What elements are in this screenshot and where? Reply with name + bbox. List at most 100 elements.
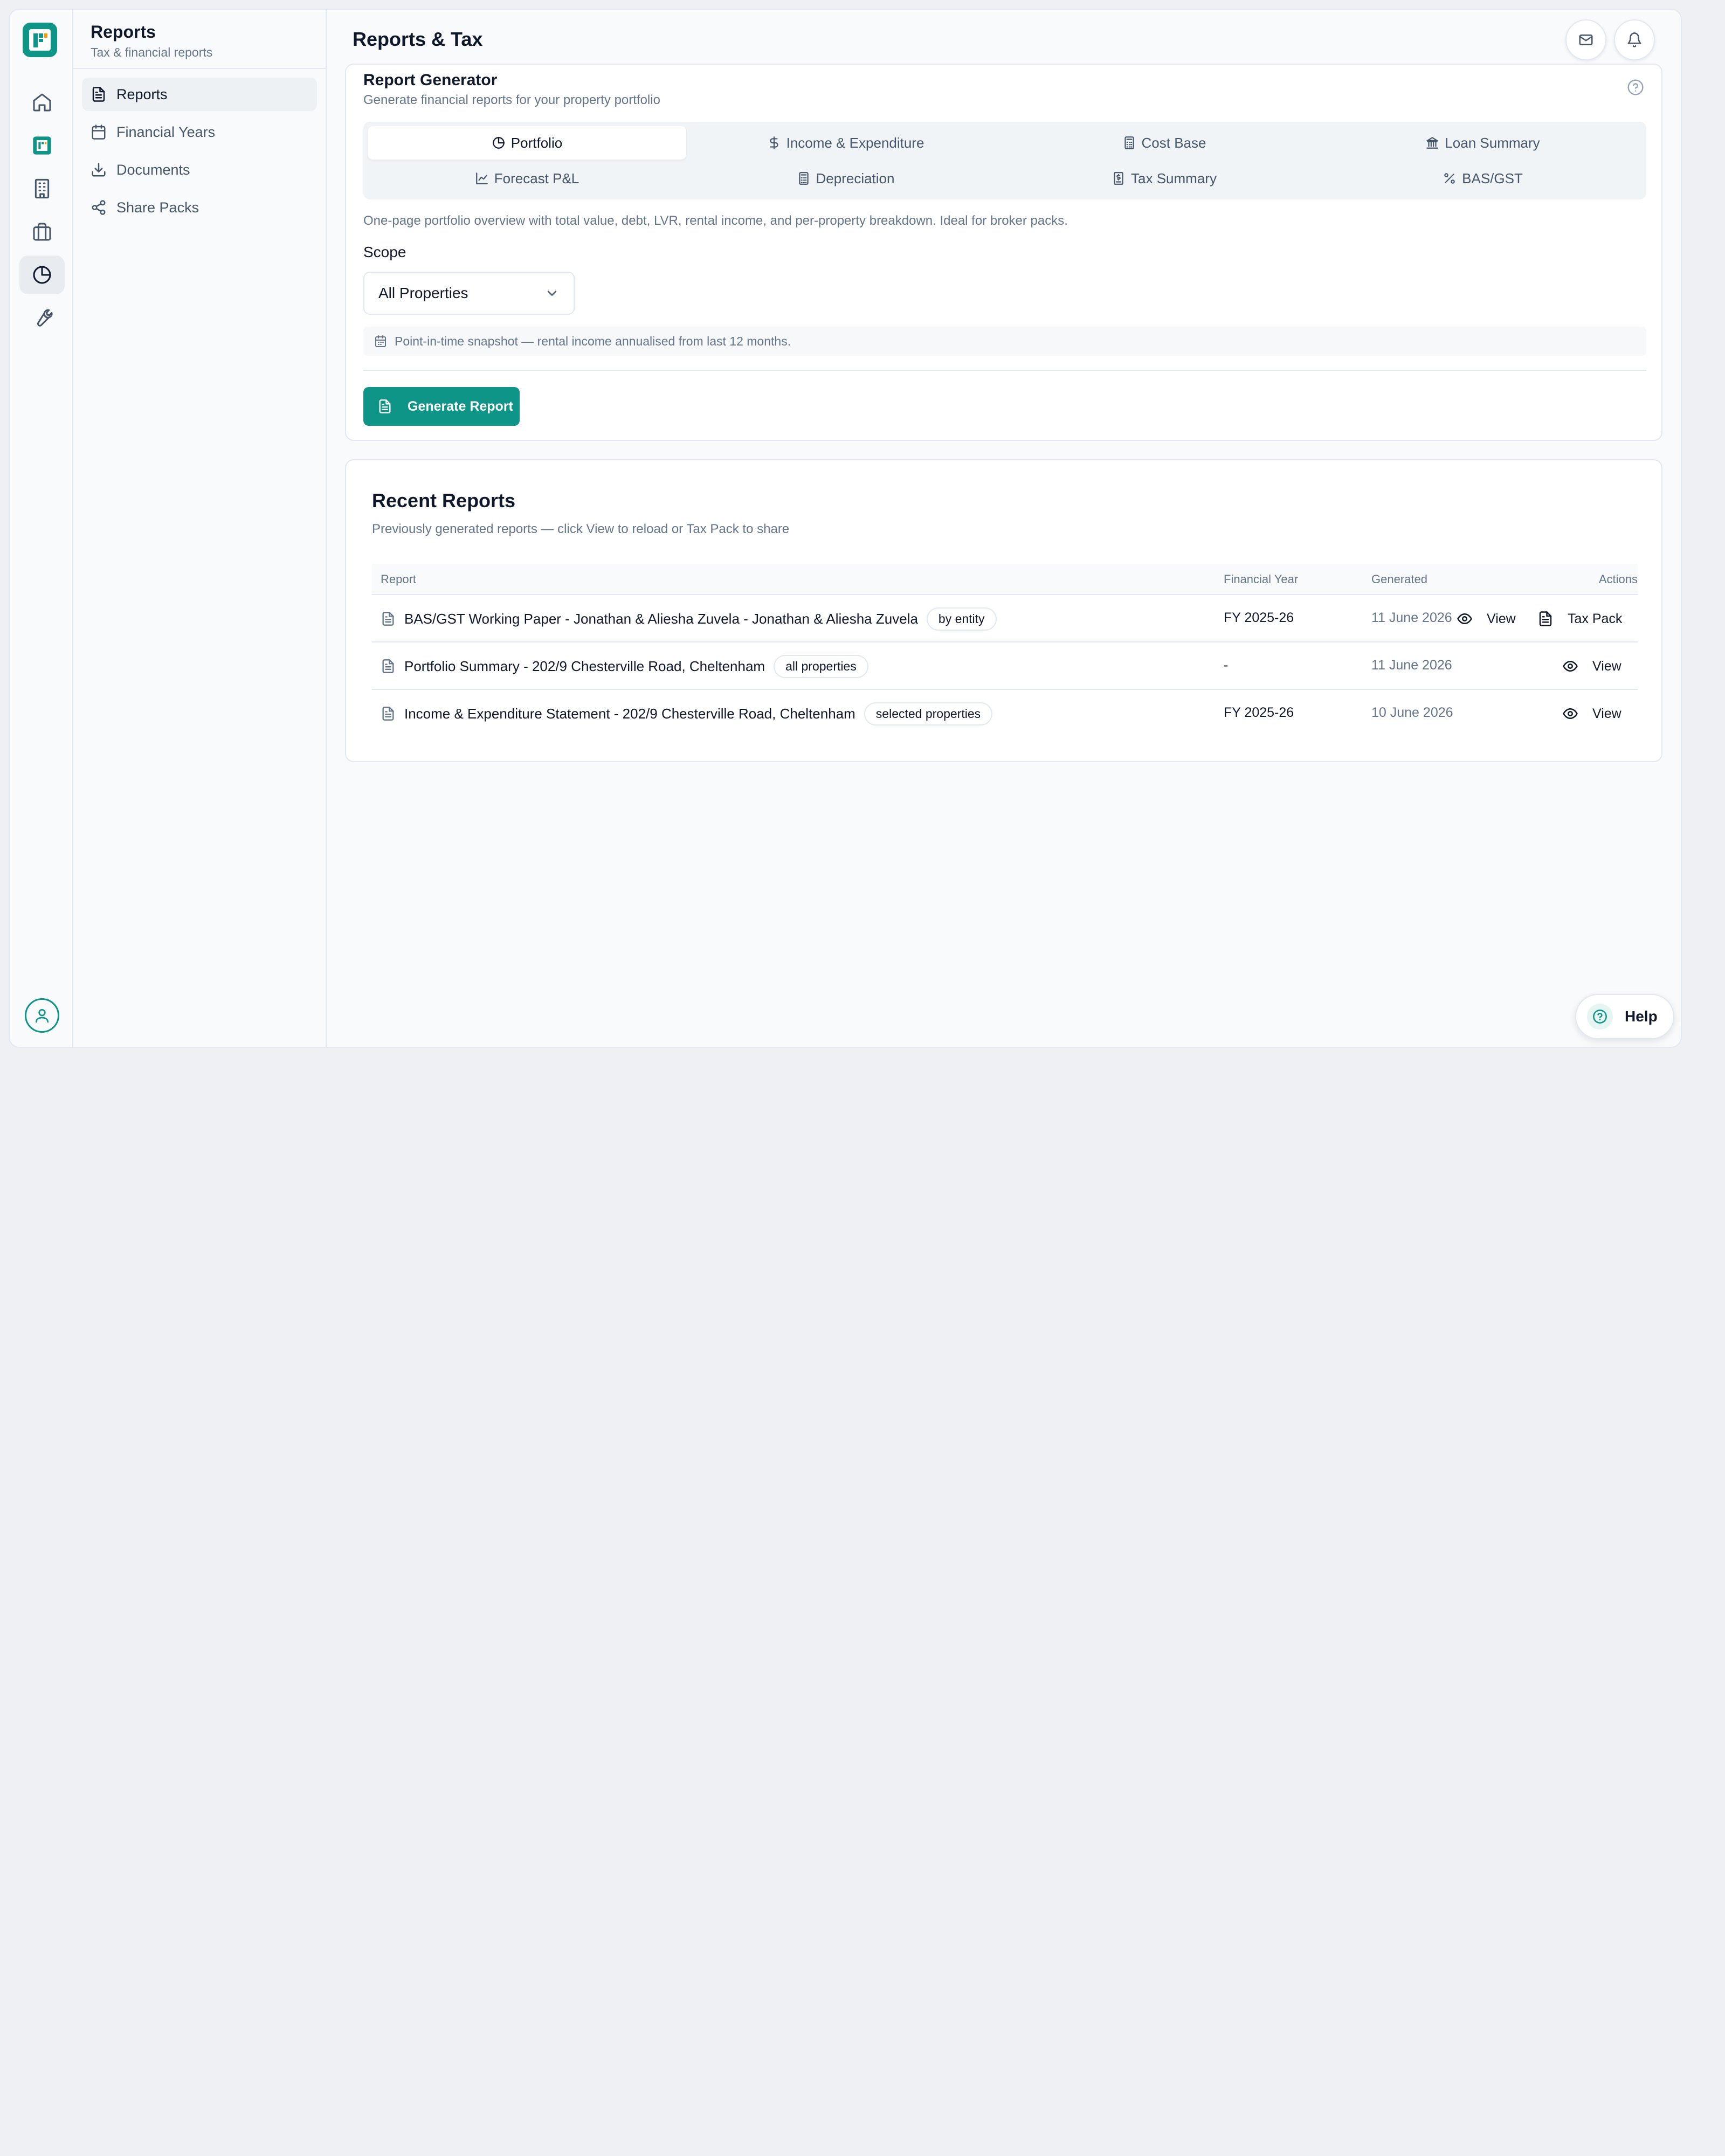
financial-year-cell: FY 2025-26 [1224, 610, 1294, 625]
notifications-button[interactable] [1614, 19, 1655, 60]
column-header-report: Report [381, 572, 417, 586]
sidebar-item-financial-years[interactable]: Financial Years [82, 115, 317, 149]
main-content: Reports & Tax Report Generator Generate … [327, 10, 1681, 1047]
sidebar-item-reports[interactable]: Reports [82, 78, 317, 111]
table-row: BAS/GST Working Paper - Jonathan & Alies… [372, 595, 1638, 642]
sidebar-item-share-packs[interactable]: Share Packs [82, 191, 317, 224]
tab-portfolio[interactable]: Portfolio [368, 126, 686, 160]
help-circle-icon[interactable] [1627, 79, 1644, 96]
scope-select[interactable]: All Properties [363, 272, 575, 315]
scope-label: Scope [363, 244, 406, 260]
calculator-icon [798, 172, 809, 185]
sidebar-item-label: Reports [116, 86, 168, 102]
tab-label: Forecast P&L [494, 170, 579, 186]
user-avatar[interactable] [25, 998, 59, 1033]
report-cell: Portfolio Summary - 202/9 Chesterville R… [381, 642, 868, 690]
rail-app[interactable] [19, 126, 65, 165]
snapshot-text: Point-in-time snapshot — rental income a… [395, 334, 791, 348]
sidebar-list: Reports Financial Years Documents Share … [73, 69, 326, 237]
report-name: BAS/GST Working Paper - Jonathan & Alies… [404, 610, 918, 627]
sidebar-header: Reports Tax & financial reports [73, 10, 326, 69]
report-name: Portfolio Summary - 202/9 Chesterville R… [404, 658, 765, 674]
tab-label: Loan Summary [1445, 134, 1540, 151]
tax-pack-button[interactable]: Tax Pack [1537, 595, 1622, 642]
table-row: Income & Expenditure Statement - 202/9 C… [372, 690, 1638, 737]
sidebar-item-label: Share Packs [116, 199, 199, 216]
report-type-tabs: Portfolio Income & Expenditure Cost Base… [363, 122, 1646, 199]
section-sidebar: Reports Tax & financial reports Reports … [73, 10, 327, 1047]
bell-icon [1627, 32, 1641, 47]
calculator-icon [1124, 136, 1134, 149]
table-header: Report Financial Year Generated Actions [372, 564, 1638, 595]
share-icon [92, 200, 106, 215]
financial-year-cell: FY 2025-26 [1224, 705, 1294, 720]
column-header-generated: Generated [1371, 572, 1427, 586]
line-chart-icon [475, 172, 488, 184]
tab-tax-summary[interactable]: Tax Summary [1005, 162, 1323, 195]
divider [363, 370, 1646, 371]
tab-income-expenditure[interactable]: Income & Expenditure [686, 126, 1005, 160]
page-title: Reports & Tax [353, 28, 483, 50]
sidebar-item-label: Documents [116, 161, 190, 178]
receipt-icon [1114, 172, 1123, 185]
view-label: View [1592, 706, 1622, 721]
financial-year-cell: - [1224, 658, 1229, 673]
tab-label: Cost Base [1141, 134, 1206, 151]
file-text-icon [379, 399, 391, 413]
download-icon [92, 163, 106, 177]
tab-label: BAS/GST [1462, 170, 1523, 186]
recent-reports-title: Recent Reports [372, 489, 516, 512]
recent-reports-subtitle: Previously generated reports — click Vie… [372, 522, 790, 536]
tax-pack-label: Tax Pack [1568, 611, 1623, 626]
generate-report-button[interactable]: Generate Report [363, 387, 520, 426]
calendar-icon [375, 335, 386, 347]
app-logo[interactable] [23, 23, 57, 57]
help-label: Help [1625, 1008, 1658, 1025]
messages-button[interactable] [1565, 19, 1606, 60]
tab-label: Income & Expenditure [786, 134, 924, 151]
generator-subtitle: Generate financial reports for your prop… [363, 93, 660, 107]
scope-badge: selected properties [864, 702, 993, 725]
view-button[interactable]: View [1562, 690, 1622, 737]
tab-forecast-pl[interactable]: Forecast P&L [368, 162, 686, 195]
tab-cost-base[interactable]: Cost Base [1005, 126, 1323, 160]
snapshot-note: Point-in-time snapshot — rental income a… [363, 327, 1646, 356]
file-text-icon [1539, 611, 1552, 626]
user-icon [36, 1009, 49, 1023]
building-icon [34, 178, 50, 199]
generate-report-label: Generate Report [408, 398, 513, 414]
generated-date-cell: 11 June 2026 [1371, 658, 1452, 673]
tab-label: Tax Summary [1131, 170, 1217, 186]
rail-home[interactable] [19, 83, 65, 122]
bank-icon [1425, 136, 1439, 149]
view-button[interactable]: View [1562, 642, 1622, 690]
eye-icon [1563, 660, 1578, 672]
rail-properties[interactable] [19, 169, 65, 208]
sidebar-title: Reports [91, 22, 156, 42]
sidebar-item-documents[interactable]: Documents [82, 153, 317, 186]
rail-reports[interactable] [19, 255, 65, 294]
eye-icon [1457, 613, 1472, 625]
rail-tools[interactable] [19, 299, 65, 337]
table-row: Portfolio Summary - 202/9 Chesterville R… [372, 642, 1638, 690]
tab-loan-summary[interactable]: Loan Summary [1323, 126, 1642, 160]
briefcase-icon [33, 223, 51, 241]
help-button[interactable]: Help [1575, 994, 1674, 1039]
view-button[interactable]: View [1457, 595, 1516, 642]
mail-icon [1579, 34, 1593, 45]
view-label: View [1592, 658, 1622, 674]
tab-label: Depreciation [816, 170, 895, 186]
scope-value: All Properties [378, 285, 468, 301]
tab-depreciation[interactable]: Depreciation [686, 162, 1005, 195]
app-window: Reports Tax & financial reports Reports … [9, 9, 1682, 1048]
file-text-icon [382, 707, 394, 721]
report-description: One-page portfolio overview with total v… [363, 213, 1068, 228]
percent-icon [1444, 173, 1455, 184]
sidebar-subtitle: Tax & financial reports [91, 45, 213, 59]
report-cell: BAS/GST Working Paper - Jonathan & Alies… [381, 595, 997, 642]
chevron-down-icon [547, 291, 557, 296]
rail-entities[interactable] [19, 212, 65, 251]
generated-date-cell: 11 June 2026 [1371, 610, 1452, 625]
tab-bas-gst[interactable]: BAS/GST [1323, 162, 1642, 195]
wrench-icon [37, 309, 53, 327]
